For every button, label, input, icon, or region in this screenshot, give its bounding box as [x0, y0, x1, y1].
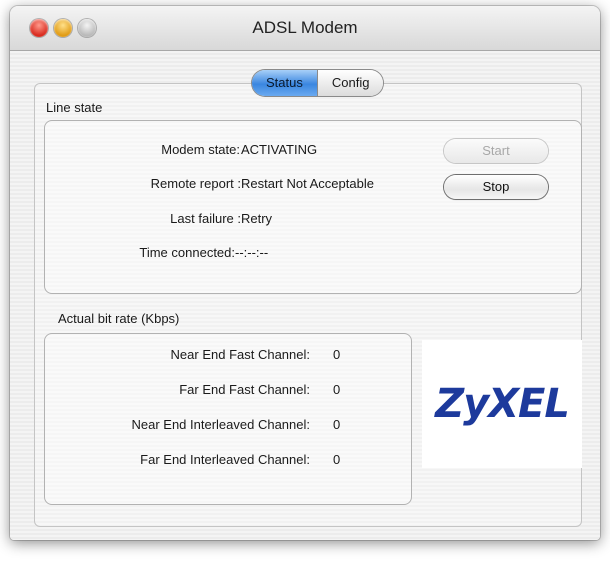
tab-config[interactable]: Config: [316, 70, 384, 96]
logo-text: ZyXEL: [435, 381, 570, 427]
start-button[interactable]: Start: [444, 139, 548, 163]
remote-report-label: Remote report :: [150, 176, 241, 191]
window-title: ADSL Modem: [252, 18, 358, 37]
time-connected-value: --:--:--: [235, 245, 269, 260]
near-end-interleaved-value: 0: [333, 417, 341, 432]
near-end-fast-value: 0: [333, 347, 341, 362]
line-state-title: Line state: [46, 100, 103, 115]
far-end-fast-label: Far End Fast Channel:: [179, 382, 310, 397]
last-failure-value: Retry: [241, 211, 273, 226]
zyxel-logo: ZyXEL: [422, 340, 582, 468]
title-bar[interactable]: ADSL Modem: [10, 6, 600, 51]
window-content: Status Config Line state Modem state: AC…: [10, 51, 600, 540]
near-end-fast-label: Near End Fast Channel:: [170, 347, 310, 362]
far-end-interleaved-value: 0: [333, 452, 341, 467]
stop-button[interactable]: Stop: [444, 175, 548, 199]
modem-state-label: Modem state:: [161, 142, 240, 157]
app-window: ADSL Modem Status Config Line state Mode…: [10, 6, 600, 540]
bit-rate-title: Actual bit rate (Kbps): [58, 311, 180, 326]
far-end-interleaved-label: Far End Interleaved Channel:: [140, 452, 310, 467]
last-failure-label: Last failure :: [170, 211, 241, 226]
remote-report-value: Restart Not Acceptable: [241, 176, 374, 191]
modem-state-value: ACTIVATING: [241, 142, 318, 157]
tab-bar: Status Config: [252, 70, 384, 96]
time-connected-label: Time connected:: [139, 245, 235, 260]
tab-status[interactable]: Status: [252, 70, 317, 96]
far-end-fast-value: 0: [333, 382, 341, 397]
near-end-interleaved-label: Near End Interleaved Channel:: [131, 417, 310, 432]
